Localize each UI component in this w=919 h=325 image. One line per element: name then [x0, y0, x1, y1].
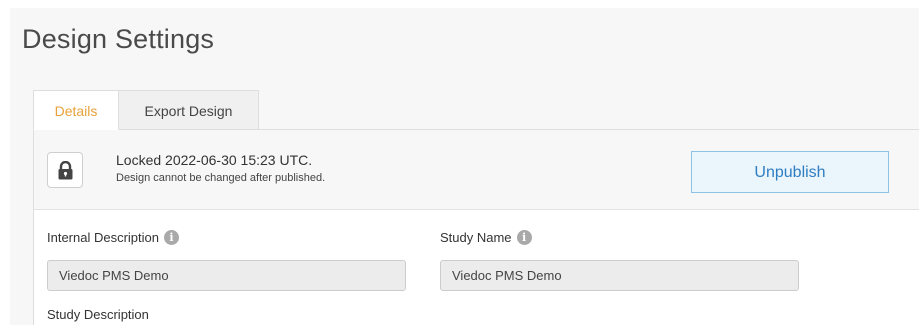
- study-description-label: Study Description: [47, 307, 149, 322]
- details-content: Locked 2022-06-30 15:23 UTC. Design cann…: [33, 129, 919, 325]
- lock-icon: [58, 161, 73, 180]
- lock-status-bar: Locked 2022-06-30 15:23 UTC. Design cann…: [34, 130, 919, 210]
- lock-status-title: Locked 2022-06-30 15:23 UTC.: [116, 152, 313, 168]
- info-icon[interactable]: i: [516, 230, 532, 245]
- internal-description-field[interactable]: Viedoc PMS Demo: [47, 260, 406, 291]
- internal-description-label-text: Internal Description: [47, 230, 159, 245]
- info-icon[interactable]: i: [164, 230, 179, 245]
- tab-bar: Details Export Design: [33, 90, 259, 130]
- tab-details[interactable]: Details: [33, 90, 119, 130]
- study-name-field[interactable]: Viedoc PMS Demo: [440, 260, 799, 291]
- study-name-label: Study Name i: [440, 230, 532, 245]
- lock-indicator: [47, 152, 83, 188]
- study-description-label-text: Study Description: [47, 307, 149, 322]
- tab-export-design[interactable]: Export Design: [119, 90, 259, 130]
- study-name-label-text: Study Name: [440, 230, 512, 245]
- lock-status-subtitle: Design cannot be changed after published…: [116, 172, 326, 184]
- page: Design Settings Details Export Design Lo…: [0, 0, 919, 325]
- internal-description-label: Internal Description i: [47, 230, 179, 245]
- unpublish-button[interactable]: Unpublish: [691, 151, 889, 193]
- page-title: Design Settings: [22, 24, 215, 54]
